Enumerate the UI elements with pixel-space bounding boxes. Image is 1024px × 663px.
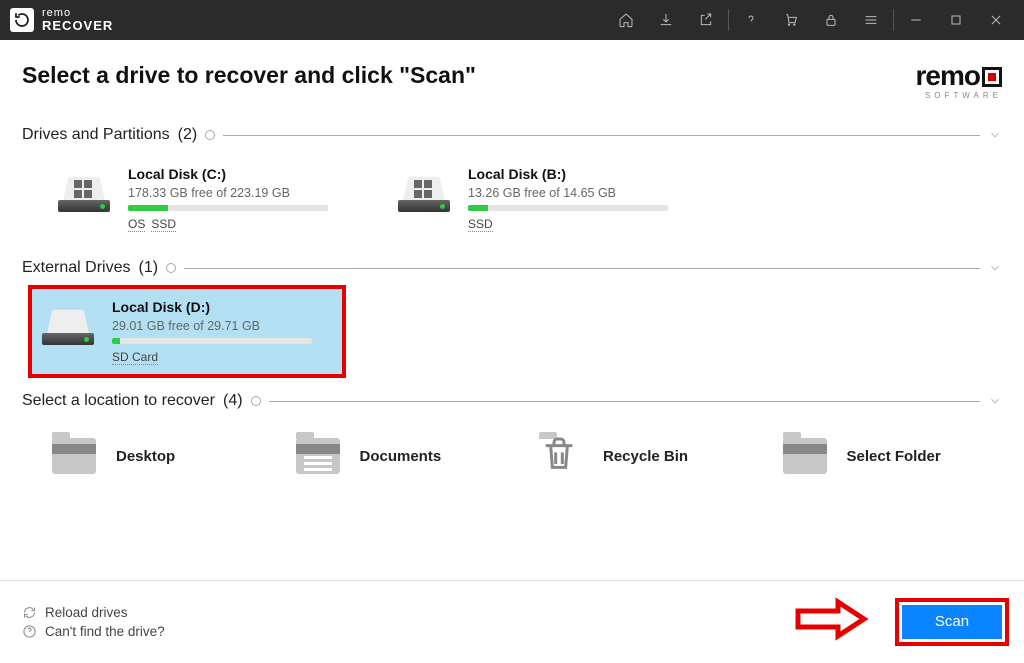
- chevron-down-icon: [988, 394, 1002, 408]
- section-locations-header[interactable]: Select a location to recover (4): [22, 392, 1002, 410]
- footer: Reload drives Can't find the drive? Scan: [0, 580, 1024, 662]
- drive-name: Local Disk (B:): [468, 166, 668, 182]
- section-bullet-icon: [166, 263, 176, 273]
- section-locations-label: Select a location to recover: [22, 392, 215, 410]
- minimize-icon[interactable]: [896, 0, 936, 40]
- main-pane: Select a drive to recover and click "Sca…: [0, 40, 1024, 580]
- annotation-arrow-icon: [792, 597, 872, 646]
- location-select-folder[interactable]: Select Folder: [779, 432, 1003, 480]
- reload-icon: [22, 605, 37, 620]
- drive-free-text: 178.33 GB free of 223.19 GB: [128, 186, 328, 200]
- scan-button[interactable]: Scan: [902, 605, 1002, 639]
- help-icon[interactable]: [731, 0, 771, 40]
- app-logo-icon: [10, 8, 34, 32]
- section-drives-count: (2): [178, 126, 198, 144]
- drive-name: Local Disk (D:): [112, 299, 312, 315]
- home-icon[interactable]: [606, 0, 646, 40]
- help-circle-icon: [22, 624, 37, 639]
- section-bullet-icon: [251, 396, 261, 406]
- folder-icon: [52, 438, 96, 474]
- maximize-icon[interactable]: [936, 0, 976, 40]
- drive-usage-bar: [468, 205, 668, 211]
- brand-logo: remo SOFTWARE: [916, 62, 1002, 100]
- cant-find-drive-link[interactable]: Can't find the drive?: [22, 624, 165, 639]
- folder-icon: [783, 438, 827, 474]
- locations-row: Desktop Documents Recycle Bin Select Fol…: [22, 432, 1002, 480]
- drive-b[interactable]: Local Disk (B:) 13.26 GB free of 14.65 G…: [388, 156, 698, 241]
- chevron-down-icon: [988, 261, 1002, 275]
- app-logo: remo RECOVER: [10, 8, 113, 33]
- drive-free-text: 13.26 GB free of 14.65 GB: [468, 186, 668, 200]
- section-drives-label: Drives and Partitions: [22, 126, 170, 144]
- chevron-down-icon: [988, 128, 1002, 142]
- export-icon[interactable]: [686, 0, 726, 40]
- drive-d-selected[interactable]: Local Disk (D:) 29.01 GB free of 29.71 G…: [32, 289, 342, 374]
- section-drives-header[interactable]: Drives and Partitions (2): [22, 126, 1002, 144]
- location-label: Documents: [360, 448, 442, 465]
- drive-tags: OSSSD: [128, 217, 328, 231]
- hard-drive-icon: [42, 305, 94, 345]
- cart-icon[interactable]: [771, 0, 811, 40]
- titlebar: remo RECOVER: [0, 0, 1024, 40]
- app-logo-text: remo RECOVER: [42, 8, 113, 33]
- documents-icon: [296, 438, 340, 474]
- reload-drives-link[interactable]: Reload drives: [22, 605, 165, 620]
- close-icon[interactable]: [976, 0, 1016, 40]
- section-external-header[interactable]: External Drives (1): [22, 259, 1002, 277]
- external-row: Local Disk (D:) 29.01 GB free of 29.71 G…: [22, 289, 1002, 374]
- drive-c[interactable]: Local Disk (C:) 178.33 GB free of 223.19…: [48, 156, 358, 241]
- lock-icon[interactable]: [811, 0, 851, 40]
- drive-tags: SSD: [468, 217, 668, 231]
- location-label: Desktop: [116, 448, 175, 465]
- drive-tags: SD Card: [112, 350, 312, 364]
- section-external-count: (1): [138, 259, 158, 277]
- drive-name: Local Disk (C:): [128, 166, 328, 182]
- menu-icon[interactable]: [851, 0, 891, 40]
- trash-icon: [539, 438, 583, 474]
- location-label: Recycle Bin: [603, 448, 688, 465]
- page-title: Select a drive to recover and click "Sca…: [22, 62, 476, 89]
- section-bullet-icon: [205, 130, 215, 140]
- section-locations-count: (4): [223, 392, 243, 410]
- drive-free-text: 29.01 GB free of 29.71 GB: [112, 319, 312, 333]
- location-desktop[interactable]: Desktop: [48, 432, 272, 480]
- location-recycle-bin[interactable]: Recycle Bin: [535, 432, 759, 480]
- hard-drive-icon: [58, 172, 110, 212]
- download-icon[interactable]: [646, 0, 686, 40]
- location-documents[interactable]: Documents: [292, 432, 516, 480]
- drive-usage-bar: [128, 205, 328, 211]
- drive-usage-bar: [112, 338, 312, 344]
- location-label: Select Folder: [847, 448, 941, 465]
- drives-row: Local Disk (C:) 178.33 GB free of 223.19…: [22, 156, 1002, 241]
- section-external-label: External Drives: [22, 259, 130, 277]
- hard-drive-icon: [398, 172, 450, 212]
